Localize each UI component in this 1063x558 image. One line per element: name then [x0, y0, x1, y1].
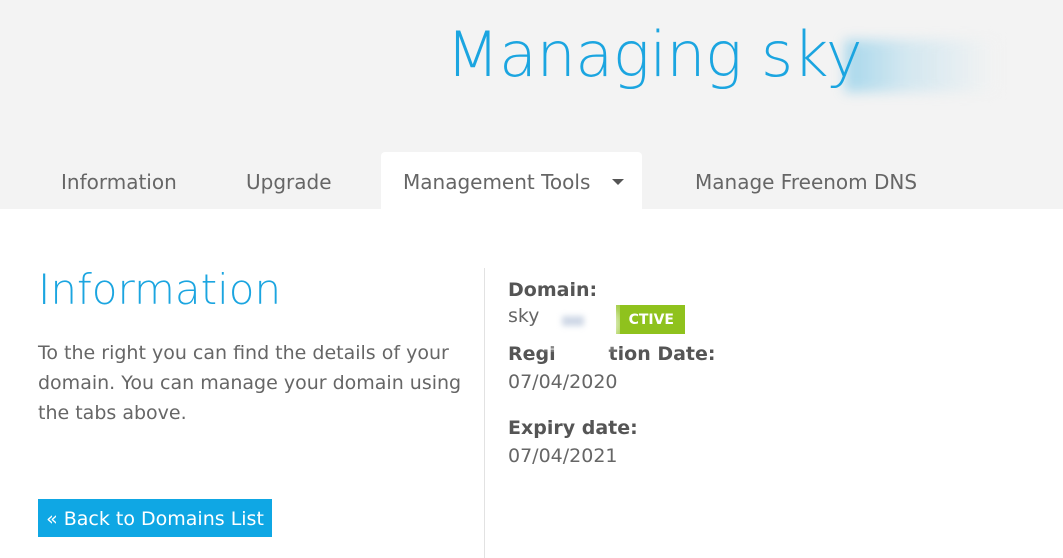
section-title: Information: [38, 265, 282, 314]
redacted-domain-blur: [845, 40, 995, 92]
registration-date-value: 07/04/2020: [508, 371, 618, 393]
tab-manage-freenom-dns[interactable]: Manage Freenom DNS: [695, 152, 917, 209]
page-title: Managing sky: [446, 18, 863, 91]
page-header: Managing sky Information Upgrade Managem…: [0, 0, 1063, 209]
tab-upgrade[interactable]: Upgrade: [246, 152, 332, 209]
tab-management-tools-label: Management Tools: [403, 170, 591, 194]
caret-down-icon: [612, 178, 625, 185]
redacted-blur-detail: [562, 316, 584, 326]
tab-bar: Information Upgrade Management Tools Man…: [0, 152, 1063, 209]
expiry-date-value: 07/04/2021: [508, 445, 618, 467]
tab-management-tools[interactable]: Management Tools: [381, 152, 642, 209]
tab-information[interactable]: Information: [61, 152, 177, 209]
redacted-blur-label: [560, 345, 600, 367]
column-divider: [484, 268, 485, 558]
status-badge: CTIVE: [616, 305, 685, 334]
section-description: To the right you can find the details of…: [38, 342, 462, 424]
back-to-domains-button[interactable]: « Back to Domains List: [38, 499, 272, 537]
info-panel: Information To the right you can find th…: [38, 265, 468, 428]
expiry-date-label: Expiry date:: [508, 417, 638, 439]
